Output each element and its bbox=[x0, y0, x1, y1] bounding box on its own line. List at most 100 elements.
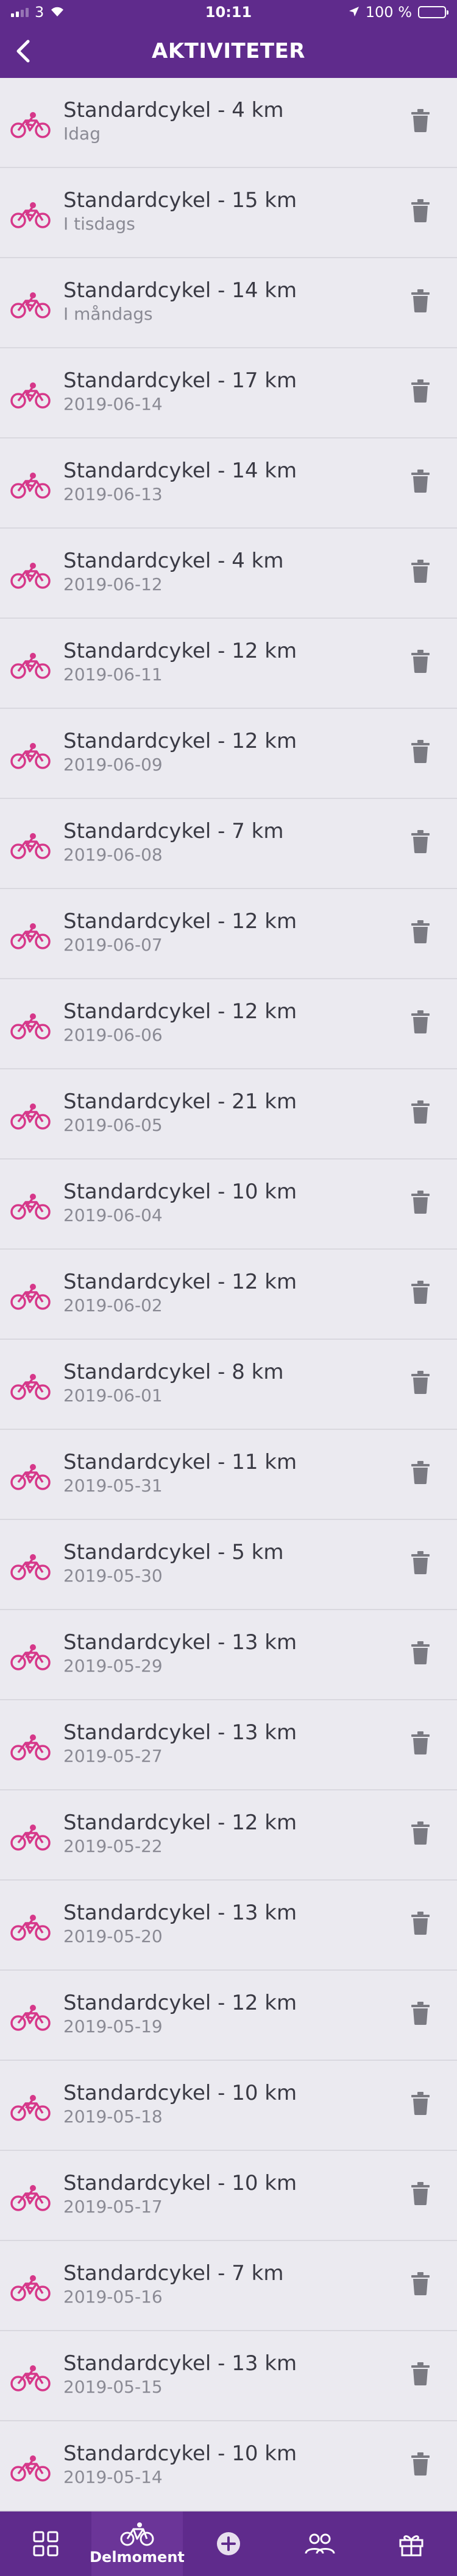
delete-button[interactable] bbox=[406, 1364, 435, 1401]
list-item[interactable]: Standardcykel - 14 km I måndags bbox=[0, 258, 457, 348]
delete-button[interactable] bbox=[406, 1725, 435, 1761]
tab-team[interactable] bbox=[274, 2511, 366, 2576]
tab-delmoment[interactable]: Delmoment bbox=[90, 2511, 185, 2576]
bike-icon bbox=[9, 1913, 52, 1943]
activity-title: Standardcykel - 10 km bbox=[63, 2081, 297, 2105]
delete-button[interactable] bbox=[406, 2356, 435, 2392]
delete-button[interactable] bbox=[406, 102, 435, 139]
list-item[interactable]: Standardcykel - 7 km 2019-06-08 bbox=[0, 799, 457, 889]
activity-text: Standardcykel - 14 km I måndags bbox=[63, 278, 297, 325]
delete-button[interactable] bbox=[406, 1274, 435, 1311]
activity-text: Standardcykel - 10 km 2019-05-18 bbox=[63, 2080, 297, 2128]
list-item[interactable]: Standardcykel - 12 km 2019-06-11 bbox=[0, 619, 457, 709]
list-item[interactable]: Standardcykel - 5 km 2019-05-30 bbox=[0, 1520, 457, 1610]
activity-date: 2019-05-31 bbox=[63, 1476, 163, 1496]
list-item[interactable]: Standardcykel - 12 km 2019-06-06 bbox=[0, 979, 457, 1069]
delete-button[interactable] bbox=[406, 1995, 435, 2032]
activity-text: Standardcykel - 15 km I tisdags bbox=[63, 188, 297, 235]
back-button[interactable] bbox=[9, 37, 38, 66]
list-item[interactable]: Standardcykel - 17 km 2019-06-14 bbox=[0, 348, 457, 438]
activity-title: Standardcykel - 17 km bbox=[63, 368, 297, 393]
delete-button[interactable] bbox=[406, 463, 435, 499]
delete-button[interactable] bbox=[406, 553, 435, 589]
delete-button[interactable] bbox=[406, 913, 435, 950]
activity-title: Standardcykel - 12 km bbox=[63, 999, 297, 1024]
trash-icon bbox=[411, 289, 430, 312]
list-item[interactable]: Standardcykel - 21 km 2019-06-05 bbox=[0, 1069, 457, 1160]
list-item[interactable]: Standardcykel - 4 km Idag bbox=[0, 78, 457, 168]
list-item[interactable]: Standardcykel - 11 km 2019-05-31 bbox=[0, 1430, 457, 1520]
delete-button[interactable] bbox=[406, 1905, 435, 1941]
list-item[interactable]: Standardcykel - 12 km 2019-06-02 bbox=[0, 1250, 457, 1340]
activity-date: 2019-05-19 bbox=[63, 2016, 163, 2036]
tab-rewards[interactable] bbox=[366, 2511, 457, 2576]
list-item[interactable]: Standardcykel - 7 km 2019-05-16 bbox=[0, 2241, 457, 2331]
list-item[interactable]: Standardcykel - 14 km 2019-06-13 bbox=[0, 438, 457, 529]
trash-icon bbox=[411, 2182, 430, 2205]
activity-title: Standardcykel - 4 km bbox=[63, 549, 284, 573]
list-item[interactable]: Standardcykel - 12 km 2019-06-07 bbox=[0, 889, 457, 979]
delete-button[interactable] bbox=[406, 823, 435, 860]
delete-button[interactable] bbox=[406, 1184, 435, 1220]
delete-button[interactable] bbox=[406, 2446, 435, 2482]
bike-icon bbox=[9, 1643, 52, 1672]
list-item[interactable]: Standardcykel - 10 km 2019-05-18 bbox=[0, 2061, 457, 2151]
delete-button[interactable] bbox=[406, 1004, 435, 1040]
list-item[interactable]: Standardcykel - 4 km 2019-06-12 bbox=[0, 529, 457, 619]
activity-title: Standardcykel - 12 km bbox=[63, 639, 297, 663]
trash-icon bbox=[411, 1281, 430, 1304]
activity-date: 2019-05-27 bbox=[63, 1746, 163, 1766]
activity-text: Standardcykel - 13 km 2019-05-15 bbox=[63, 2351, 297, 2398]
activity-date: 2019-05-18 bbox=[63, 2106, 163, 2127]
bike-icon bbox=[9, 2454, 52, 2483]
delete-button[interactable] bbox=[406, 1815, 435, 1851]
list-item[interactable]: Standardcykel - 12 km 2019-05-22 bbox=[0, 1790, 457, 1881]
tab-add[interactable] bbox=[183, 2511, 274, 2576]
delete-button[interactable] bbox=[406, 733, 435, 770]
activity-text: Standardcykel - 13 km 2019-05-20 bbox=[63, 1900, 297, 1948]
list-item[interactable]: Standardcykel - 12 km 2019-05-19 bbox=[0, 1971, 457, 2061]
activity-text: Standardcykel - 12 km 2019-06-11 bbox=[63, 638, 297, 686]
delete-button[interactable] bbox=[406, 2175, 435, 2212]
activity-text: Standardcykel - 5 km 2019-05-30 bbox=[63, 1540, 283, 1587]
list-item[interactable]: Standardcykel - 15 km I tisdags bbox=[0, 168, 457, 258]
list-item[interactable]: Standardcykel - 13 km 2019-05-27 bbox=[0, 1700, 457, 1790]
delete-button[interactable] bbox=[406, 1544, 435, 1581]
list-item[interactable]: Standardcykel - 10 km 2019-06-04 bbox=[0, 1160, 457, 1250]
activity-date: Idag bbox=[63, 124, 101, 144]
bike-icon bbox=[9, 1283, 52, 1312]
activity-title: Standardcykel - 13 km bbox=[63, 1901, 297, 1925]
tab-overview[interactable] bbox=[0, 2511, 91, 2576]
trash-icon bbox=[411, 1010, 430, 1033]
delete-button[interactable] bbox=[406, 643, 435, 680]
trash-icon bbox=[411, 1641, 430, 1664]
delete-button[interactable] bbox=[406, 373, 435, 409]
list-item[interactable]: Standardcykel - 12 km 2019-06-09 bbox=[0, 709, 457, 799]
activity-title: Standardcykel - 21 km bbox=[63, 1089, 297, 1114]
bike-icon bbox=[9, 381, 52, 410]
delete-button[interactable] bbox=[406, 283, 435, 319]
activity-title: Standardcykel - 8 km bbox=[63, 1360, 284, 1384]
delete-button[interactable] bbox=[406, 1094, 435, 1130]
activity-text: Standardcykel - 12 km 2019-06-07 bbox=[63, 909, 297, 956]
delete-button[interactable] bbox=[406, 1454, 435, 1491]
trash-icon bbox=[411, 1731, 430, 1754]
list-item[interactable]: Standardcykel - 13 km 2019-05-15 bbox=[0, 2331, 457, 2421]
list-item[interactable]: Standardcykel - 13 km 2019-05-29 bbox=[0, 1610, 457, 1700]
delete-button[interactable] bbox=[406, 1635, 435, 1671]
delete-button[interactable] bbox=[406, 2085, 435, 2122]
activity-title: Standardcykel - 14 km bbox=[63, 278, 297, 303]
delete-button[interactable] bbox=[406, 192, 435, 229]
list-item[interactable]: Standardcykel - 8 km 2019-06-01 bbox=[0, 1340, 457, 1430]
activity-text: Standardcykel - 21 km 2019-06-05 bbox=[63, 1089, 297, 1136]
activity-date: 2019-05-14 bbox=[63, 2467, 163, 2487]
list-item[interactable]: Standardcykel - 10 km 2019-05-14 bbox=[0, 2421, 457, 2511]
activity-date: 2019-06-11 bbox=[63, 664, 163, 684]
delete-button[interactable] bbox=[406, 2265, 435, 2302]
activity-text: Standardcykel - 12 km 2019-06-02 bbox=[63, 1269, 297, 1317]
activity-text: Standardcykel - 8 km 2019-06-01 bbox=[63, 1359, 283, 1407]
activity-title: Standardcykel - 12 km bbox=[63, 1270, 297, 1294]
activity-text: Standardcykel - 12 km 2019-05-22 bbox=[63, 1810, 297, 1857]
list-item[interactable]: Standardcykel - 13 km 2019-05-20 bbox=[0, 1881, 457, 1971]
list-item[interactable]: Standardcykel - 10 km 2019-05-17 bbox=[0, 2151, 457, 2241]
